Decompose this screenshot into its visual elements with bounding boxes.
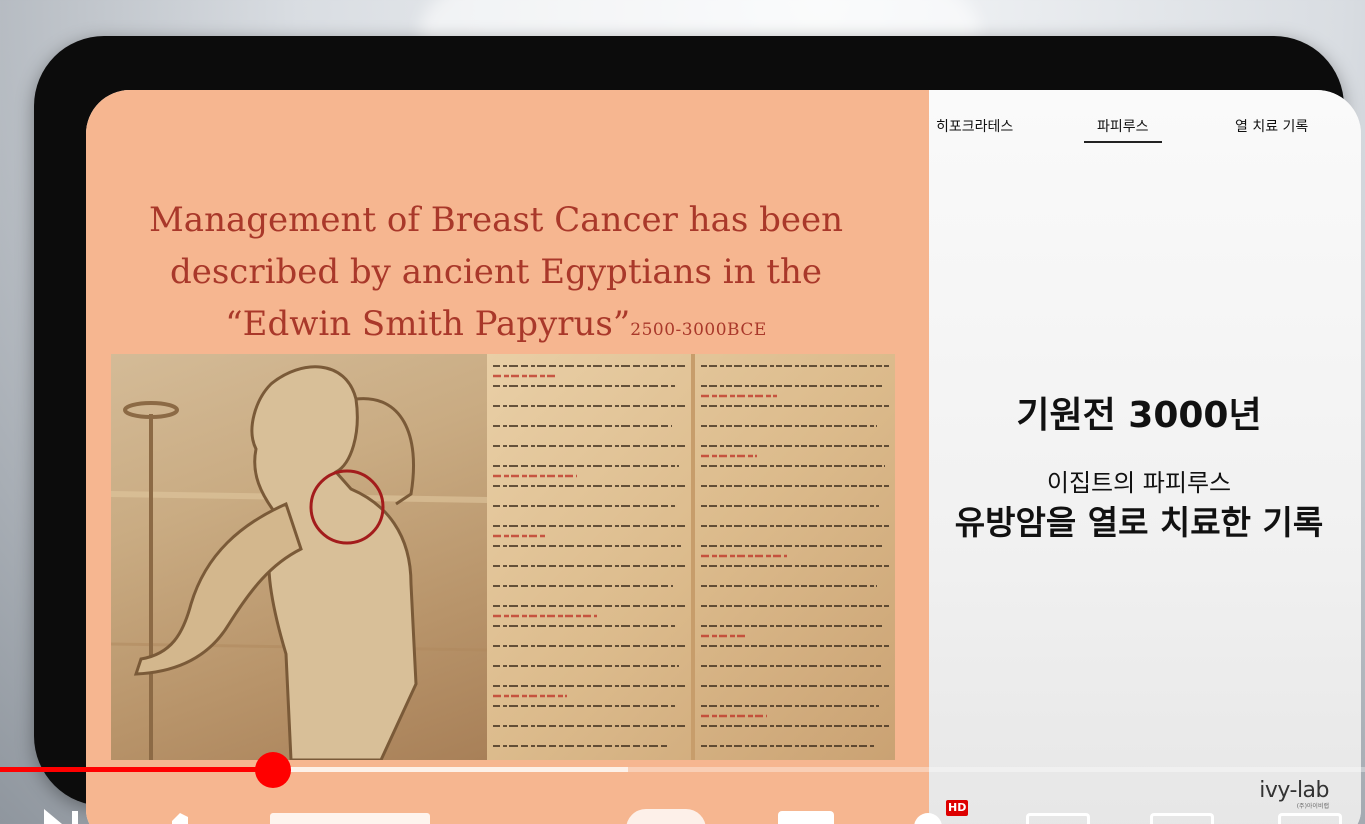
miniplayer-icon[interactable] (1026, 813, 1090, 824)
subtitles-icon[interactable] (778, 811, 834, 824)
slide-title-line1: Management of Breast Cancer has been (148, 200, 843, 240)
tab-hippocrates[interactable]: 히포크라테스 (936, 116, 1013, 141)
slide-title-line2: described by ancient Egyptians in the (169, 252, 823, 292)
slide-title-papyrus: “Edwin Smith Papyrus” (225, 304, 631, 344)
side-panel: 히포크라테스 파피루스 열 치료 기록 기원전 3000년 이집트의 파피루스 … (929, 90, 1361, 824)
egyptian-relief-image (111, 354, 487, 760)
next-icon[interactable] (40, 807, 88, 824)
subheadline: 이집트의 파피루스 (1046, 469, 1232, 497)
video-frame[interactable]: Management of Breast Cancer has been des… (86, 90, 1361, 824)
presentation-slide: Management of Breast Cancer has been des… (86, 90, 929, 824)
tab-heat-treatment-record[interactable]: 열 치료 기록 (1235, 116, 1308, 141)
fullscreen-icon[interactable] (1278, 813, 1342, 824)
progress-scrubber-handle[interactable] (255, 752, 291, 788)
time-display (270, 813, 430, 824)
headline-record: 유방암을 열로 치료한 기록 (954, 503, 1324, 542)
tablet-frame: Management of Breast Cancer has been des… (34, 36, 1361, 824)
settings-gear-icon[interactable] (906, 807, 950, 824)
edwin-smith-papyrus-image (487, 354, 895, 760)
papyrus-script-illustration (493, 354, 889, 760)
autoplay-toggle[interactable] (626, 809, 706, 824)
headline-year: 기원전 3000년 (1016, 395, 1262, 436)
slide-title-line3: “Edwin Smith Papyrus”2500-3000BCE (116, 298, 876, 356)
progress-bar-played (0, 767, 273, 772)
volume-icon[interactable] (170, 807, 192, 824)
topic-tabs: 히포크라테스 파피루스 열 치료 기록 (929, 116, 1361, 146)
theater-mode-icon[interactable] (1150, 813, 1214, 824)
slide-title: Management of Breast Cancer has been des… (116, 194, 876, 356)
hd-badge: HD (946, 800, 969, 816)
tab-papyrus[interactable]: 파피루스 (1084, 116, 1162, 143)
player-controls (0, 795, 1365, 824)
slide-title-date: 2500-3000BCE (630, 320, 767, 340)
relief-figure-illustration (111, 365, 487, 760)
